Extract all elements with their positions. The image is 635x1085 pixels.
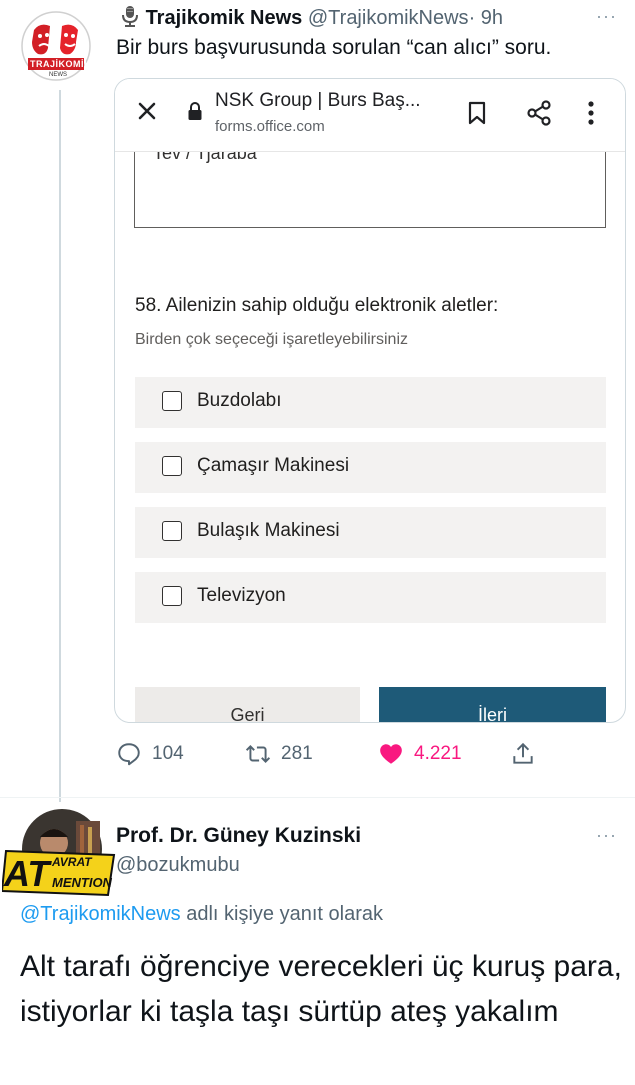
badge-top-text: AVRAT	[52, 855, 92, 869]
reply-icon	[118, 743, 140, 766]
close-icon[interactable]	[133, 97, 161, 125]
next-button[interactable]: İleri	[379, 687, 606, 722]
option-label: Çamaşır Makinesi	[197, 455, 350, 476]
share-tweet-icon	[513, 742, 533, 764]
avatar[interactable]: TRAJİKOMİK NEWS	[20, 4, 92, 88]
reply-tweet-text: Alt tarafı öğrenciye verecekleri üç kuru…	[20, 950, 622, 1028]
checkbox[interactable]	[162, 521, 182, 541]
reply-action[interactable]: 104	[116, 740, 184, 768]
retweet-action[interactable]: 281	[245, 740, 313, 768]
retweet-count: 281	[281, 743, 313, 764]
question-hint: Birden çok seçeceği işaretleyebilirsiniz	[135, 331, 409, 348]
previous-answer-clip: Tev / Tjaraba	[135, 152, 605, 172]
replying-to-link[interactable]: @TrajikomikNews	[20, 903, 181, 925]
heart-icon	[380, 744, 402, 764]
reply-author-handle[interactable]: @bozukmubu	[116, 854, 240, 877]
checkbox[interactable]	[162, 456, 182, 476]
browser-toolbar: NSK Group | Burs Baş... forms.office.com	[115, 79, 625, 152]
retweet-icon	[245, 745, 271, 763]
option-label: Televizyon	[197, 585, 286, 606]
back-button[interactable]: Geri	[135, 687, 360, 722]
option-label: Bulaşık Makinesi	[197, 520, 340, 541]
reply-avatar[interactable]: AT AVRAT MENTION	[2, 807, 116, 899]
reply-more-options-icon[interactable]: ···	[596, 825, 617, 846]
previous-answer-text: Tev / Tjaraba	[153, 152, 257, 163]
menu-icon[interactable]	[585, 99, 597, 127]
lock-icon	[188, 102, 202, 120]
thread-line	[59, 90, 61, 802]
tweet-media[interactable]: Tev / Tjaraba NSK Group | Burs Baş... fo…	[114, 78, 626, 723]
reply-count: 104	[152, 743, 184, 764]
page-url: forms.office.com	[215, 118, 325, 135]
author-handle[interactable]: @TrajikomikNews	[308, 7, 469, 29]
option-buzdolabi[interactable]: Buzdolabı	[135, 377, 606, 428]
option-camasir-makinesi[interactable]: Çamaşır Makinesi	[135, 442, 606, 493]
option-televizyon[interactable]: Televizyon	[135, 572, 606, 623]
badge-bottom-text: MENTION	[52, 875, 112, 890]
page-title: NSK Group | Burs Baş...	[215, 90, 421, 111]
option-bulasik-makinesi[interactable]: Bulaşık Makinesi	[135, 507, 606, 558]
checkbox[interactable]	[162, 586, 182, 606]
option-label: Buzdolabı	[197, 390, 282, 411]
badge-big-text: AT	[4, 853, 50, 894]
bookmark-icon[interactable]	[467, 101, 487, 125]
reply-author-name[interactable]: Prof. Dr. Güney Kuzinski	[116, 824, 361, 848]
tweet-time[interactable]: · 9h	[469, 7, 503, 29]
microphone-icon	[122, 6, 138, 27]
avatar-text: TRAJİKOMİK	[30, 59, 91, 69]
like-count: 4.221	[414, 743, 462, 764]
more-options-icon[interactable]: ···	[596, 6, 617, 27]
share-icon[interactable]	[525, 99, 553, 127]
divider	[0, 797, 635, 798]
author-name[interactable]: Trajikomik News	[146, 7, 303, 29]
share-action[interactable]	[510, 740, 536, 768]
like-action[interactable]: 4.221	[378, 740, 462, 768]
avatar-subtext: NEWS	[49, 72, 67, 78]
replying-to: @TrajikomikNews adlı kişiye yanıt olarak	[20, 903, 383, 926]
replying-to-text: adlı kişiye yanıt olarak	[180, 903, 384, 925]
tweet-text: Bir burs başvurusunda sorulan “can alıcı…	[116, 36, 552, 59]
tweet-header: Trajikomik News @TrajikomikNews· 9h	[120, 5, 503, 30]
checkbox[interactable]	[162, 391, 182, 411]
question-title: 58. Ailenizin sahip olduğu elektronik al…	[135, 295, 499, 316]
